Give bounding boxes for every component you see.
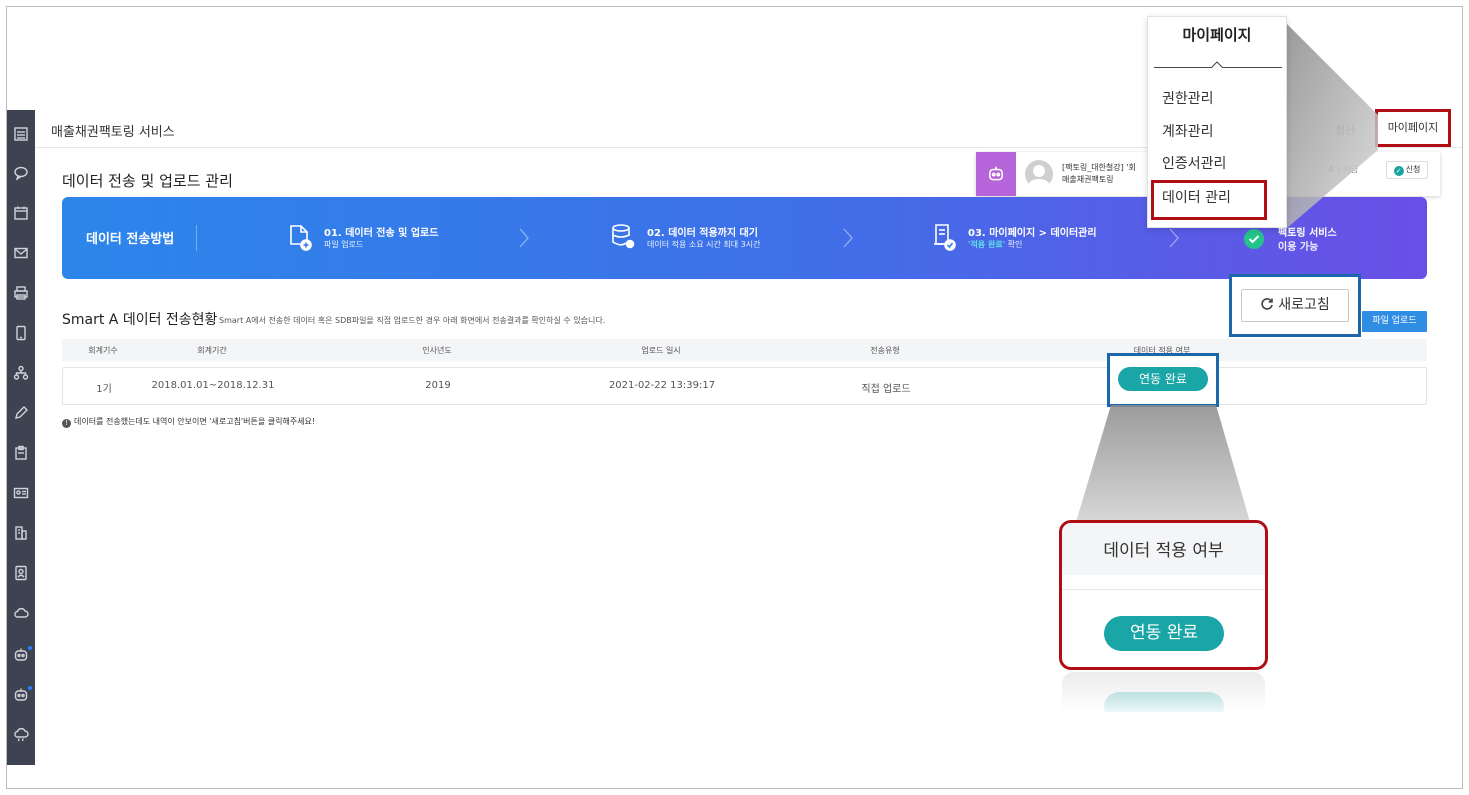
contacts-icon[interactable] [11, 563, 31, 583]
mypage-dropdown: 마이페이지 권한관리 계좌관리 인증서관리 데이터 관리 [1147, 16, 1287, 228]
menu-item-permissions[interactable]: 권한관리 [1162, 88, 1214, 108]
zoom-header: 데이터 적용 여부 [1062, 523, 1265, 575]
clipboard-icon[interactable] [11, 443, 31, 463]
cloud-rain-icon[interactable] [11, 725, 31, 745]
org-icon[interactable] [11, 363, 31, 383]
refresh-button-label: 새로고침 [1278, 297, 1330, 313]
table-row[interactable]: 1기 2018.01.01~2018.12.31 2019 2021-02-22… [62, 353, 1427, 407]
avatar [1025, 160, 1053, 188]
step-1-sub: 파일 업로드 [324, 240, 364, 249]
step-2-sub: 데이터 적용 소요 시간 최대 3시간 [647, 240, 761, 249]
cell-period-no: 1기 [96, 384, 112, 395]
section-title: Smart A 데이터 전송현황 [62, 312, 218, 328]
mail-icon[interactable] [11, 243, 31, 263]
pen-icon[interactable] [11, 403, 31, 423]
selected-menu-highlight [1151, 180, 1267, 220]
mypage-link[interactable]: 마이페이지 [1375, 109, 1451, 147]
toast-badge-label: 신청 [1405, 165, 1421, 174]
toast-message-line2: 매출채권팩토링 [1062, 175, 1114, 184]
zoom-reflection [1062, 672, 1265, 712]
calendar-icon[interactable] [11, 203, 31, 223]
info-icon: ! [62, 419, 71, 428]
step-1-title: 01. 데이터 전송 및 업로드 [324, 228, 439, 239]
banner-divider [196, 225, 197, 251]
top-menu-partial[interactable]: 정산 [1335, 122, 1355, 138]
column-header: 전송유형 [870, 346, 900, 355]
refresh-button[interactable]: 새로고침 [1241, 289, 1349, 322]
column-header: 회계기간 [197, 346, 227, 355]
help-note-text: 데이터를 전송했는데도 내역이 안보이면 '새로고침'버튼을 클릭해주세요! [74, 417, 316, 426]
list-icon[interactable] [11, 124, 31, 144]
toast-message-line1: [팩토링_대한철강] '회 [1062, 163, 1136, 172]
step-4-sub: 이용 가능 [1278, 242, 1319, 253]
reflection-pill [1104, 692, 1224, 712]
column-header: 회계기수 [88, 346, 118, 355]
table-header: 회계기수 회계기간 인사년도 업로드 일시 전송유형 데이터 적용 여부 [62, 339, 1427, 361]
section-description: Smart A에서 전송한 데이터 혹은 SDB파일을 직접 업로드한 경우 아… [219, 316, 606, 325]
toast-apply-badge[interactable]: ✓ 신청 [1386, 161, 1428, 179]
page-title: 데이터 전송 및 업로드 관리 [62, 172, 233, 190]
refresh-icon [1260, 292, 1274, 310]
step-3-sub: '적용 완료' 확인 [968, 239, 1022, 250]
notification-dot [28, 686, 32, 690]
cloud-icon[interactable] [11, 603, 31, 623]
step-3-sub-rest: 확인 [1005, 240, 1023, 249]
printer-icon[interactable] [11, 283, 31, 303]
building-icon[interactable] [11, 523, 31, 543]
id-card-icon[interactable] [11, 483, 31, 503]
notification-dot [28, 646, 32, 650]
document-check-icon [930, 222, 958, 252]
menu-item-certificates[interactable]: 인증서관리 [1162, 153, 1226, 173]
chevron-right-icon [518, 227, 530, 249]
toast-time: 4. | 지금 [1328, 165, 1359, 174]
file-upload-button[interactable]: 파일 업로드 [1362, 311, 1427, 332]
cell-period: 2018.01.01~2018.12.31 [151, 380, 275, 391]
chat-icon[interactable] [11, 163, 31, 183]
phone-icon[interactable] [11, 323, 31, 343]
refresh-highlight: 새로고침 [1229, 274, 1361, 337]
zoom-status-badge: 연동 완료 [1104, 616, 1224, 651]
zoom-callout: 데이터 적용 여부 연동 완료 [1059, 520, 1268, 670]
cell-type: 직접 업로드 [861, 384, 911, 395]
toast-message: [팩토링_대한철강] '회 매출채권팩토링 [1062, 162, 1136, 186]
check-icon: ✓ [1393, 166, 1404, 176]
status-badge: 연동 완료 [1118, 367, 1208, 391]
app-title: 매출채권팩토링 서비스 [51, 125, 175, 140]
chevron-right-icon [1168, 227, 1180, 249]
step-2-title: 02. 데이터 적용까지 대기 [647, 228, 758, 239]
left-sidebar [7, 110, 35, 765]
check-circle-icon [1244, 229, 1264, 249]
column-header: 인사년도 [422, 346, 452, 355]
cell-year: 2019 [425, 380, 451, 391]
database-gear-icon [609, 222, 637, 252]
column-header: 업로드 일시 [641, 346, 681, 355]
step-3-highlight: '적용 완료' [968, 240, 1006, 249]
menu-item-accounts[interactable]: 계좌관리 [1162, 121, 1214, 141]
cell-uploaded-at: 2021-02-22 13:39:17 [608, 380, 716, 391]
file-add-icon [286, 222, 314, 252]
status-highlight: 연동 완료 [1107, 353, 1219, 407]
zoom-divider [1062, 589, 1265, 590]
help-note: ! 데이터를 전송했는데도 내역이 안보이면 '새로고침'버튼을 클릭해주세요! [62, 416, 315, 428]
chevron-right-icon [842, 227, 854, 249]
bot-icon [976, 152, 1016, 196]
caret-up-icon [1211, 61, 1223, 68]
step-3-title: 03. 마이페이지 > 데이터관리 [968, 228, 1097, 239]
banner-title: 데이터 전송방법 [86, 232, 175, 247]
